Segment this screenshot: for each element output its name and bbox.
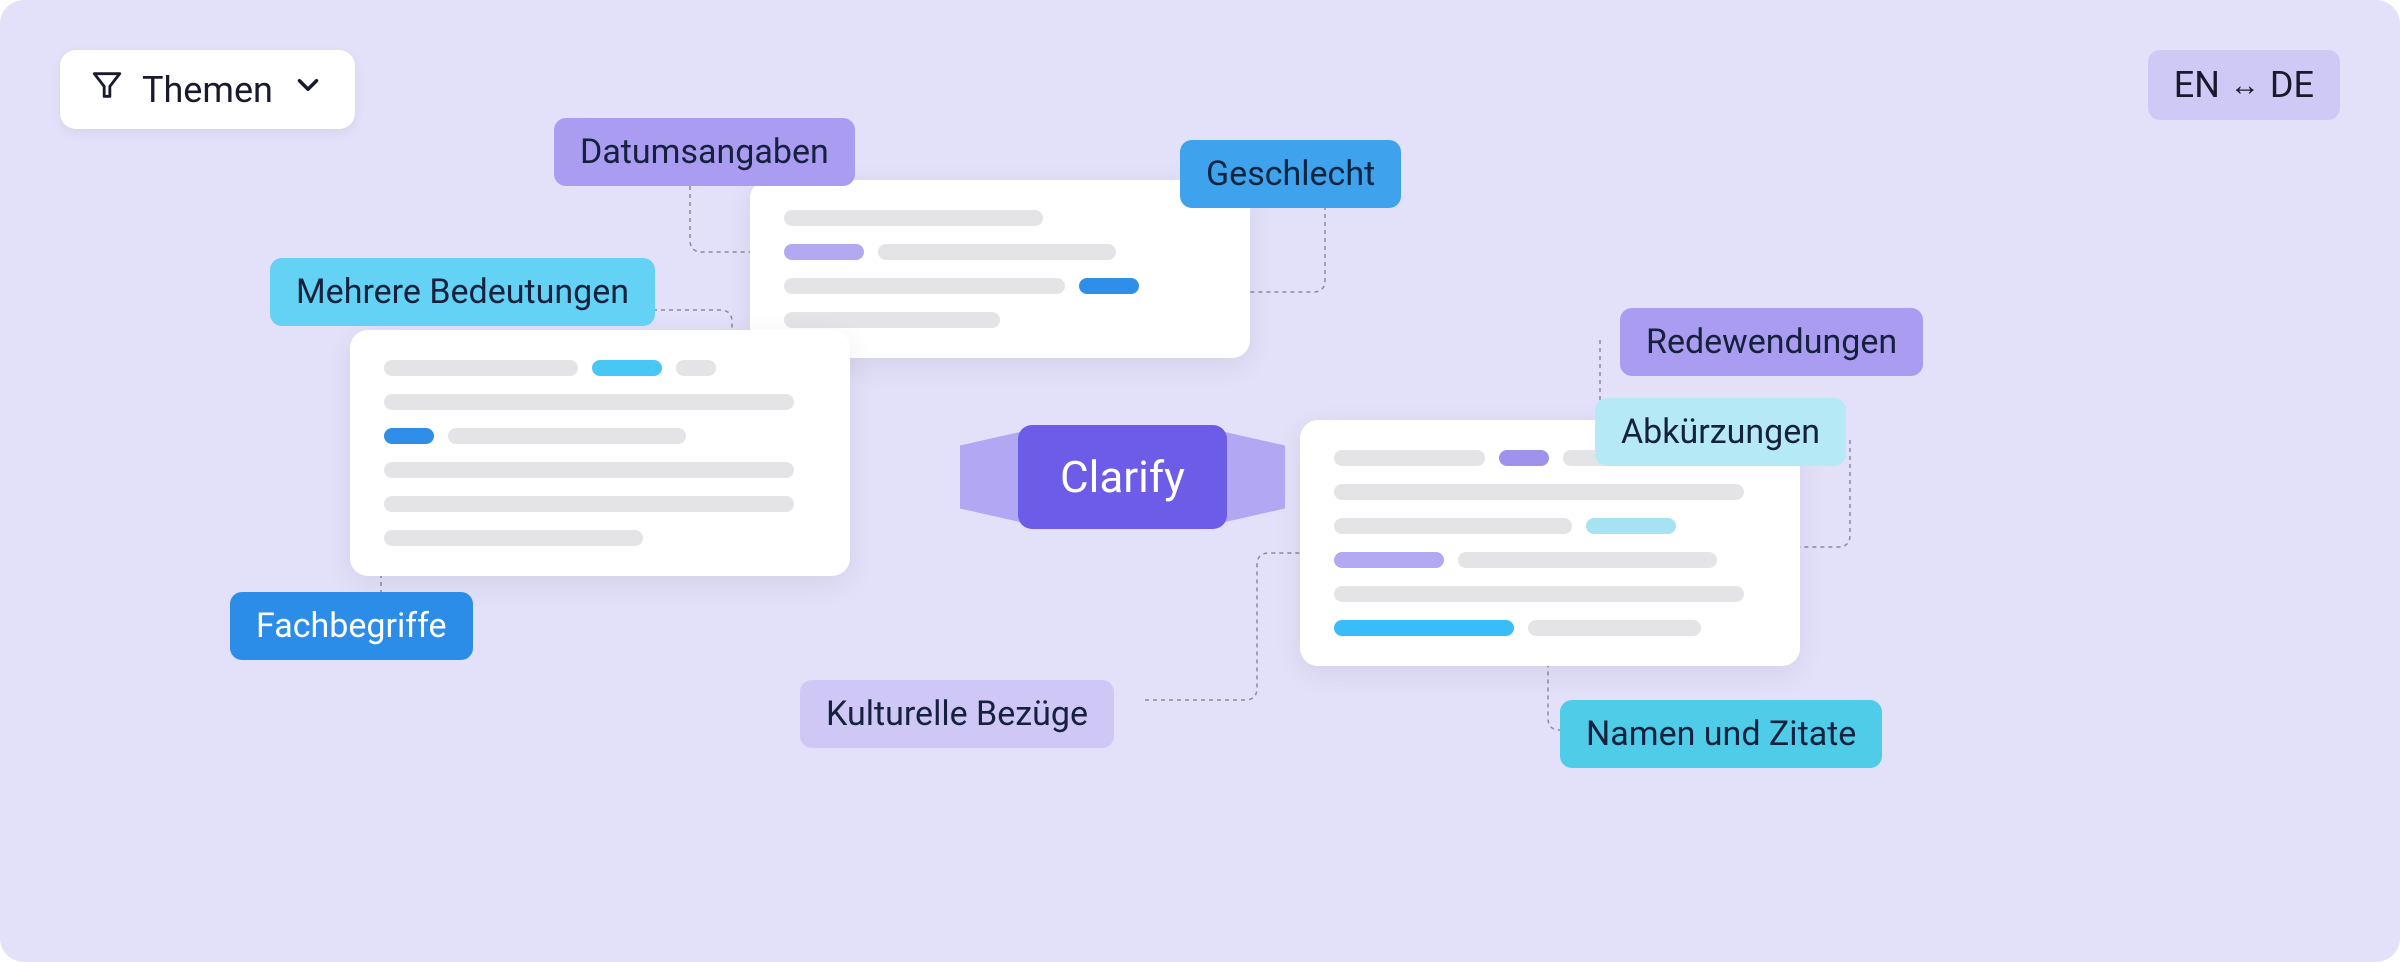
clarify-wrapper-left bbox=[960, 432, 1020, 522]
chevron-down-icon bbox=[291, 68, 325, 111]
diagram-canvas: Themen EN ↔ DE bbox=[0, 0, 2400, 962]
themen-dropdown[interactable]: Themen bbox=[60, 50, 355, 129]
clarify-label: Clarify bbox=[1018, 425, 1227, 529]
tag-mehrere-bedeutungen[interactable]: Mehrere Bedeutungen bbox=[270, 258, 655, 326]
tag-kulturelle-bezuege[interactable]: Kulturelle Bezüge bbox=[800, 680, 1114, 748]
tag-redewendungen[interactable]: Redewendungen bbox=[1620, 308, 1923, 376]
clarify-center: Clarify bbox=[960, 425, 1285, 529]
language-pair-badge[interactable]: EN ↔ DE bbox=[2148, 50, 2340, 120]
themen-label: Themen bbox=[142, 69, 273, 111]
clarify-wrapper-right bbox=[1225, 432, 1285, 522]
document-card-1 bbox=[350, 330, 850, 576]
tag-fachbegriffe[interactable]: Fachbegriffe bbox=[230, 592, 473, 660]
tag-abkuerzungen[interactable]: Abkürzungen bbox=[1595, 398, 1846, 466]
filter-icon bbox=[90, 68, 124, 111]
tag-namen-und-zitate[interactable]: Namen und Zitate bbox=[1560, 700, 1882, 768]
swap-icon: ↔ bbox=[2230, 68, 2260, 103]
lang-to: DE bbox=[2270, 64, 2314, 106]
lang-from: EN bbox=[2174, 64, 2220, 106]
tag-datumsangaben[interactable]: Datumsangaben bbox=[554, 118, 855, 186]
tag-geschlecht[interactable]: Geschlecht bbox=[1180, 140, 1401, 208]
